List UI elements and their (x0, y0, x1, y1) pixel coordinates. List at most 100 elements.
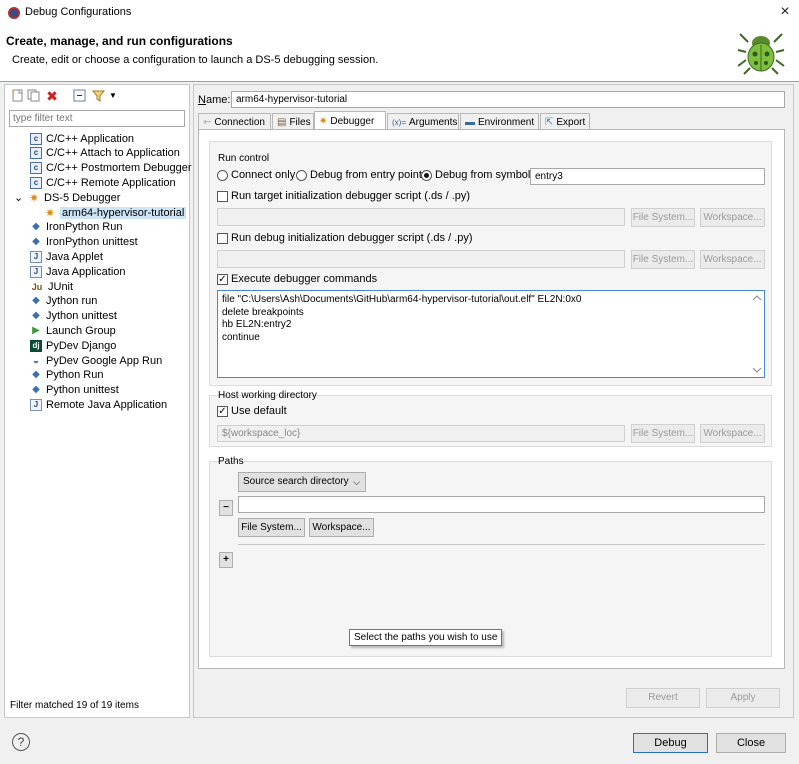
execute-cmds-checkbox[interactable]: ✓ (217, 273, 228, 285)
tab-label: Debugger (330, 115, 375, 127)
tree-item[interactable]: c C/C++ Remote Application (30, 175, 176, 190)
debug-symbol-option[interactable]: Debug from symbol (421, 169, 530, 181)
chevron-down-icon[interactable]: ⌄ (14, 192, 26, 203)
tree-item[interactable]: ▶ Launch Group (30, 323, 116, 338)
tree-item[interactable]: J Remote Java Application (30, 397, 167, 412)
run-target-script-option[interactable]: Run target initialization debugger scrip… (217, 190, 470, 202)
tree-item[interactable]: ◆ IronPython unittest (30, 235, 138, 250)
collapse-all-icon[interactable] (72, 89, 86, 103)
tab-debugger[interactable]: ✷ Debugger (314, 111, 386, 130)
new-config-icon[interactable]: * (10, 89, 24, 103)
tree-item[interactable]: ◆ Python unittest (30, 383, 119, 398)
tree-item-label: C/C++ Application (46, 132, 135, 145)
tree-item[interactable]: c C/C++ Application (30, 131, 134, 146)
execute-cmds-option[interactable]: ✓ Execute debugger commands (217, 273, 377, 285)
run-debug-script-label: Run debug initialization debugger script… (231, 232, 473, 244)
run-debug-script-checkbox[interactable] (217, 232, 228, 244)
filter-icon[interactable] (91, 89, 105, 103)
add-path-button[interactable]: + (219, 552, 233, 568)
host-file-system-button[interactable]: File System... (631, 424, 695, 443)
tab-export[interactable]: ⇱ Export (540, 113, 590, 130)
tab-label: Files (289, 116, 311, 128)
tree-item[interactable]: ⌄ ✷ DS-5 Debugger (14, 190, 120, 205)
debug-workspace-button[interactable]: Workspace... (700, 250, 765, 269)
c-icon: c (30, 132, 42, 145)
tab-files[interactable]: ▤ Files (272, 113, 314, 130)
django-icon: dj (30, 339, 42, 352)
remove-path-button[interactable]: − (219, 500, 233, 516)
debug-button[interactable]: Debug (633, 733, 708, 753)
c-icon: c (30, 147, 42, 160)
chevron-down-icon[interactable]: ▼ (106, 89, 120, 103)
ds5-icon: ✷ (28, 190, 40, 205)
help-icon[interactable]: ? (12, 733, 30, 751)
debug-entry-option[interactable]: Debug from entry point (296, 169, 422, 181)
tree-item-label: Jython unittest (46, 310, 117, 323)
python-icon: ◆ (32, 221, 40, 233)
duplicate-config-icon[interactable] (26, 89, 40, 103)
debug-symbol-label: Debug from symbol (435, 169, 531, 181)
banner-subtitle: Create, edit or choose a configuration t… (12, 54, 379, 66)
connect-only-option[interactable]: Connect only (217, 169, 295, 181)
tab-connection[interactable]: ⇽ Connection (198, 113, 271, 130)
tab-label: Export (556, 116, 586, 128)
target-file-system-button[interactable]: File System... (631, 208, 695, 227)
debug-symbol-radio[interactable] (421, 169, 432, 181)
source-search-select[interactable]: Source search directory ⌵ (238, 472, 366, 492)
debug-script-path-input[interactable] (217, 250, 625, 268)
debug-file-system-button[interactable]: File System... (631, 250, 695, 269)
apply-button[interactable]: Apply (706, 688, 780, 708)
target-script-path-input[interactable] (217, 208, 625, 226)
tree-item[interactable]: Ju JUnit (30, 279, 73, 294)
tree-item-label: IronPython unittest (46, 236, 138, 249)
tree-item[interactable]: ◆ IronPython Run (30, 220, 122, 235)
host-workspace-button[interactable]: Workspace... (700, 424, 765, 443)
paths-tooltip: Select the paths you wish to use (349, 629, 503, 646)
python-icon: ◆ (32, 295, 40, 307)
revert-button[interactable]: Revert (626, 688, 700, 708)
tab-label: Arguments (409, 116, 458, 128)
paths-workspace-button[interactable]: Workspace... (309, 518, 374, 537)
debugger-commands-textarea[interactable]: file "C:\Users\Ash\Documents\GitHub\arm6… (217, 290, 765, 378)
symbol-input[interactable] (530, 168, 765, 185)
close-window-button[interactable]: × (776, 2, 794, 22)
debug-entry-radio[interactable] (296, 169, 307, 181)
tree-item[interactable]: ◆ Jython run (30, 294, 97, 309)
tree-item[interactable]: dj PyDev Django (30, 338, 116, 353)
path-input[interactable] (238, 496, 765, 513)
paths-file-system-button[interactable]: File System... (238, 518, 305, 537)
tab-arguments[interactable]: (x)= Arguments (387, 113, 459, 130)
commands-scrollbar[interactable] (750, 291, 764, 377)
filter-input[interactable] (9, 110, 185, 127)
delete-config-icon[interactable]: ✖ (45, 89, 59, 103)
ds5-icon: ✷ (44, 205, 56, 220)
tree-item[interactable]: ◆ Python Run (30, 368, 103, 383)
tree-item[interactable]: ◒ PyDev Google App Run (30, 353, 163, 368)
use-default-option[interactable]: ✓ Use default (217, 405, 287, 417)
use-default-checkbox[interactable]: ✓ (217, 405, 228, 417)
tree-item-label: Java Application (46, 265, 126, 278)
java-icon: J (30, 250, 42, 263)
tree-item[interactable]: ◆ Jython unittest (30, 309, 117, 324)
c-icon: c (30, 176, 42, 189)
tree-item[interactable]: J Java Application (30, 264, 126, 279)
connect-only-radio[interactable] (217, 169, 228, 181)
run-target-script-checkbox[interactable] (217, 190, 228, 202)
target-workspace-button[interactable]: Workspace... (700, 208, 765, 227)
junit-icon: Ju (31, 281, 43, 292)
tree-item-label: C/C++ Attach to Application (46, 147, 180, 160)
tree-item[interactable]: c C/C++ Postmortem Debugger (30, 161, 192, 176)
run-debug-script-option[interactable]: Run debug initialization debugger script… (217, 232, 473, 244)
tree-item[interactable]: ✷ arm64-hypervisor-tutorial (44, 205, 187, 220)
host-dir-label: Host working directory (218, 390, 317, 401)
apply-label: Apply (730, 692, 756, 703)
tree-item[interactable]: c C/C++ Attach to Application (30, 146, 180, 161)
close-button[interactable]: Close (716, 733, 786, 753)
tab-label: Connection (214, 116, 265, 128)
config-name-input[interactable] (231, 91, 785, 108)
source-search-select-value: Source search directory (243, 476, 349, 487)
name-label: Name: (198, 94, 231, 106)
host-dir-input[interactable] (217, 425, 625, 442)
tree-item[interactable]: J Java Applet (30, 249, 103, 264)
tab-environment[interactable]: ▬ Environment (460, 113, 539, 130)
